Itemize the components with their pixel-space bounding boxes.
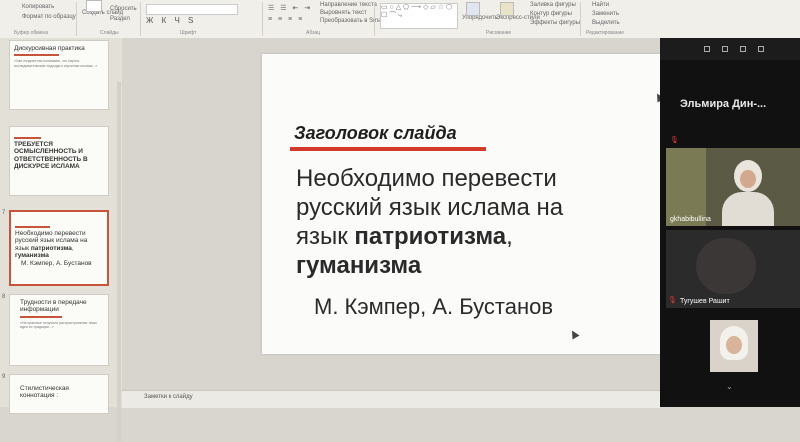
scroll-down-icon[interactable]: ⌄ [726,382,733,391]
mic-muted-icon: 🎙 [670,137,679,144]
align-icons[interactable]: ≡ ≡ ≡ ≡ [268,16,304,23]
thumbnail-underline [14,54,59,57]
thumbnail-line-3a: язык [15,244,31,252]
participant-body [722,192,774,226]
slide-body-line-4: гуманизма [296,252,422,279]
thumbnail-slide-6[interactable]: Требуется осмысленность и ответственност… [9,126,109,196]
thumbnail-title: Дискурсивная практика [14,45,85,52]
font-style-icons[interactable]: Ж К Ч S [146,16,196,25]
thumbnail-text: «Уже позднее мы понимаем, что научно-исс… [14,59,98,69]
slide-body-text[interactable]: Необходимо перевести русский язык ислама… [296,164,563,280]
slide-title[interactable]: Заголовок слайда [294,123,457,144]
active-speaker-name: Эльмира Дин-... [680,98,767,110]
text-direction-button[interactable]: Направление текста [320,2,377,8]
thumbnails-scrollbar[interactable] [117,82,121,442]
notes-pane[interactable]: Заметки к слайду [122,390,660,408]
group-slides: Слайды [100,30,119,36]
slide-body-line-3a: язык [296,223,355,250]
group-font: Шрифт [180,30,197,36]
thumbnail-underline [14,137,41,139]
thumbnail-slide-7[interactable]: Необходимо перевести русский язык ислама… [9,210,109,286]
thumbnail-number: 9 [2,374,6,380]
slide-current[interactable]: Заголовок слайда Необходимо перевести ру… [262,54,662,354]
slide-editor-canvas: Заголовок слайда Необходимо перевести ру… [122,38,665,394]
window-button-icon[interactable] [758,46,764,52]
section-button[interactable]: Раздел [110,16,130,22]
thumbnail-number: 8 [2,294,6,300]
thumbnail-number: 7 [2,210,6,216]
participant-tile[interactable]: gkhabibullina [666,148,800,226]
video-call-panel: Эльмира Дин-... 🎙 gkhabibullina 🎙 Тугуше… [660,38,800,407]
shape-fill-button[interactable]: Заливка фигуры [530,2,576,8]
list-icons[interactable]: ☰ ☰ ⇤ ⇥ [268,4,312,12]
participant-face [726,336,742,354]
slide-body-line-1: Необходимо перевести [296,165,557,192]
thumbnail-underline [20,315,62,318]
thumbnail-author: М. Кэмпер, А. Бустанов [21,259,92,267]
group-paragraph: Абзац [306,30,321,36]
select-button[interactable]: Выделить [592,20,620,26]
shape-effects-button[interactable]: Эффекты фигуры [530,20,580,26]
thumbnail-slide-9[interactable]: Стилистическая коннотация : [9,374,109,414]
thumbnail-underline [15,226,51,228]
participant-face [740,170,756,188]
align-text-button[interactable]: Выровнять текст [320,10,367,16]
find-button[interactable]: Найти [592,2,609,8]
thumbnail-line-3b: патриотизма [30,244,72,252]
video-panel-header [660,38,800,60]
new-slide-icon [86,0,102,12]
slide-body-line-3b: патриотизма [354,223,507,250]
thumbnail-line-3c: , [71,244,74,252]
copy-button[interactable]: Копировать [22,4,54,10]
group-clipboard: Буфер обмена [14,30,48,36]
video-background [666,148,706,226]
participant-name: gkhabibullina [670,216,711,223]
reset-button[interactable]: Сбросить [110,6,137,12]
participant-tile[interactable] [666,312,800,390]
slide-body-line-3c: , [506,223,513,250]
notes-placeholder: Заметки к слайду [144,394,193,400]
group-drawing: Рисование [486,30,512,36]
thumbnail-slide-5[interactable]: Дискурсивная практика «Уже позднее мы по… [9,40,109,110]
thumbnail-slide-8[interactable]: Трудности в передаче информации «На прак… [9,294,109,366]
quick-styles-icon [500,2,514,16]
replace-button[interactable]: Заменить [592,11,619,17]
thumbnail-title: Стилистическая коннотация : [20,385,69,400]
mic-muted-icon: 🎙 [668,297,677,304]
window-button-icon[interactable] [704,46,710,52]
participant-tile[interactable]: 🎙 Тугушев Рашит [666,230,800,308]
thumbnail-line-2: русский язык ислама на [15,237,88,245]
slide-body-line-2: русский язык ислама на [296,194,564,221]
format-painter-button[interactable]: Формат по образцу [22,14,76,20]
shape-outline-button[interactable]: Контур фигуры [530,11,572,17]
video-dark-figure [696,238,756,294]
ribbon-toolbar: Копировать Формат по образцу Создать сла… [0,0,800,39]
font-name-box[interactable] [146,4,238,15]
thumbnail-title: Требуется осмысленность и ответственност… [14,141,88,171]
thumbnail-text: «На практике получили распространение ли… [20,320,98,330]
shapes-gallery[interactable]: ▭ ○ △ ⬠ ⟶ ◇ ▱ ☆ ⬡ ☐ ⌒ ⤷ [380,3,458,29]
slide-author[interactable]: М. Кэмпер, А. Бустанов [314,294,553,320]
window-button-icon[interactable] [722,46,728,52]
arrange-icon [466,2,480,16]
participant-name: Тугушев Рашит [680,298,730,305]
thumbnail-title: Трудности в передаче информации [20,299,87,314]
slide-thumbnails-pane: Дискурсивная практика «Уже позднее мы по… [0,38,122,442]
group-editing: Редактирование [586,30,625,36]
thumbnail-line-4: гуманизма [15,252,49,260]
slide-title-underline [290,147,486,151]
window-button-icon[interactable] [740,46,746,52]
